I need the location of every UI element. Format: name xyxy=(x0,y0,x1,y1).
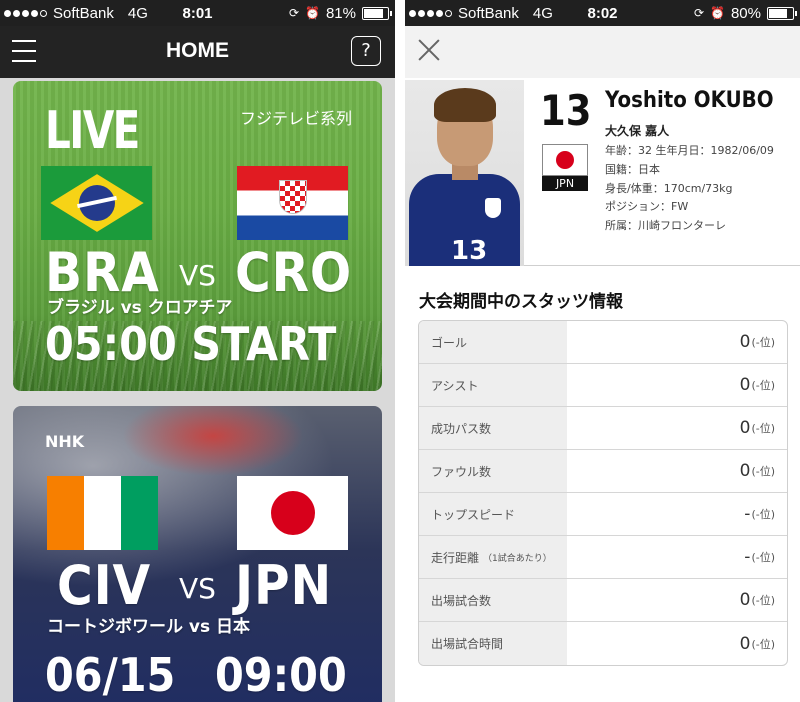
player-name: Yoshito OKUBO xyxy=(605,88,774,113)
stat-label: 成功パス数 xyxy=(419,407,567,449)
help-button[interactable]: ? xyxy=(351,36,381,66)
player-photo: 13 xyxy=(405,80,524,266)
brazil-flag-icon xyxy=(41,166,152,240)
stat-value: - (-位) xyxy=(744,504,775,524)
country-code: JPN xyxy=(542,176,588,191)
match-card-bra-cro[interactable]: LIVE フジテレビ系列 BRA VS CRO ブラジル vs クロアチア 05… xyxy=(13,81,382,391)
rotation-lock-icon: ⟳ xyxy=(693,6,705,20)
player-profile: 13 13 JPN Yoshito OKUBO 大久保 嘉人 年齢：32 生年月… xyxy=(405,78,800,266)
carrier-label: SoftBank xyxy=(53,4,114,22)
network-label: 4G xyxy=(532,4,553,22)
carrier-label: SoftBank xyxy=(458,4,519,22)
signal-icon xyxy=(409,9,452,17)
stat-label: アシスト xyxy=(419,364,567,406)
stat-value: 0 (-位) xyxy=(739,418,775,438)
player-number: 13 xyxy=(540,86,592,135)
match-date: 06/15 xyxy=(45,648,176,702)
stat-value: 0 (-位) xyxy=(739,633,775,654)
battery-icon xyxy=(767,6,797,20)
table-row: 走行距離 （1試合あたり） - (-位) xyxy=(419,536,787,579)
player-club: 所属：川崎フロンターレ xyxy=(605,219,726,232)
table-row: トップスピード - (-位) xyxy=(419,493,787,536)
japan-flag-icon xyxy=(237,476,348,550)
match-card-civ-jpn[interactable]: NHK CIV VS JPN コートジボワール vs 日本 06/15 09:0… xyxy=(13,406,382,702)
stat-label: 走行距離 （1試合あたり） xyxy=(419,536,567,578)
home-screen: SoftBank 4G 8:01 ⟳ ⏰ 81% HOME ? LIVE フジテ… xyxy=(0,0,395,702)
modal-header xyxy=(405,26,800,78)
stat-value: 0 (-位) xyxy=(739,375,775,395)
stat-value: 0 (-位) xyxy=(739,590,775,610)
network-label: 4G xyxy=(127,4,148,22)
stat-label: 出場試合数 xyxy=(419,579,567,621)
kickoff-time: 05:00 START xyxy=(45,317,337,371)
stats-table: ゴール 0 (-位) アシスト 0 (-位) 成功パス数 0 (-位) ファウル数 0… xyxy=(418,320,788,666)
away-team-code: JPN xyxy=(235,554,333,617)
top-navigation-bar: HOME ? xyxy=(0,26,395,78)
stat-label: ゴール xyxy=(419,321,567,363)
signal-icon xyxy=(4,9,47,17)
table-row: 出場試合時間 0 (-位) xyxy=(419,622,787,665)
stats-section-title: 大会期間中のスタッツ情報 xyxy=(419,292,623,312)
player-age: 年齢：32 生年月日：1982/06/09 xyxy=(605,144,774,157)
player-height-weight: 身長/体重：170cm/73kg xyxy=(605,182,733,195)
status-bar: SoftBank 4G 8:01 ⟳ ⏰ 81% xyxy=(0,0,395,26)
player-position: ポジション：FW xyxy=(605,200,689,213)
player-name-jp: 大久保 嘉人 xyxy=(605,124,670,138)
table-row: 出場試合数 0 (-位) xyxy=(419,579,787,622)
alarm-icon: ⏰ xyxy=(710,6,725,20)
stat-label: ファウル数 xyxy=(419,450,567,492)
rotation-lock-icon: ⟳ xyxy=(288,6,300,20)
stat-value: 0 (-位) xyxy=(739,332,775,352)
stat-value: 0 (-位) xyxy=(739,461,775,481)
match-time: 09:00 xyxy=(215,648,347,702)
table-row: ゴール 0 (-位) xyxy=(419,321,787,364)
table-row: ファウル数 0 (-位) xyxy=(419,450,787,493)
page-title: HOME xyxy=(166,39,229,62)
table-row: アシスト 0 (-位) xyxy=(419,364,787,407)
live-badge: LIVE xyxy=(45,101,140,161)
status-bar: SoftBank 4G 8:02 ⟳ ⏰ 80% xyxy=(405,0,800,26)
match-title-jp: ブラジル vs クロアチア xyxy=(47,298,233,318)
player-detail-screen: SoftBank 4G 8:02 ⟳ ⏰ 80% 13 13 JPN Yoshi… xyxy=(405,0,800,702)
battery-icon xyxy=(362,6,392,20)
versus-label: VS xyxy=(179,572,216,605)
match-title-jp: コートジボワール vs 日本 xyxy=(47,617,251,637)
away-team-code: CRO xyxy=(235,241,353,304)
screen-divider xyxy=(395,0,405,702)
table-row: 成功パス数 0 (-位) xyxy=(419,407,787,450)
stat-value: - (-位) xyxy=(744,547,775,567)
home-team-code: CIV xyxy=(57,554,152,617)
battery-percent: 80% xyxy=(730,4,761,22)
battery-percent: 81% xyxy=(325,4,356,22)
player-nationality: 国籍：日本 xyxy=(605,163,660,176)
stat-label: トップスピード xyxy=(419,493,567,535)
japan-flag-icon xyxy=(542,144,588,176)
jersey-number: 13 xyxy=(451,236,488,266)
ivory-coast-flag-icon xyxy=(47,476,158,550)
close-icon[interactable] xyxy=(417,38,441,62)
team-crest-icon xyxy=(485,198,501,218)
broadcast-channel: NHK xyxy=(45,432,85,451)
versus-label: VS xyxy=(179,259,216,292)
alarm-icon: ⏰ xyxy=(305,6,320,20)
croatia-flag-icon xyxy=(237,166,348,240)
broadcast-channel: フジテレビ系列 xyxy=(239,109,352,128)
stat-label: 出場試合時間 xyxy=(419,622,567,665)
